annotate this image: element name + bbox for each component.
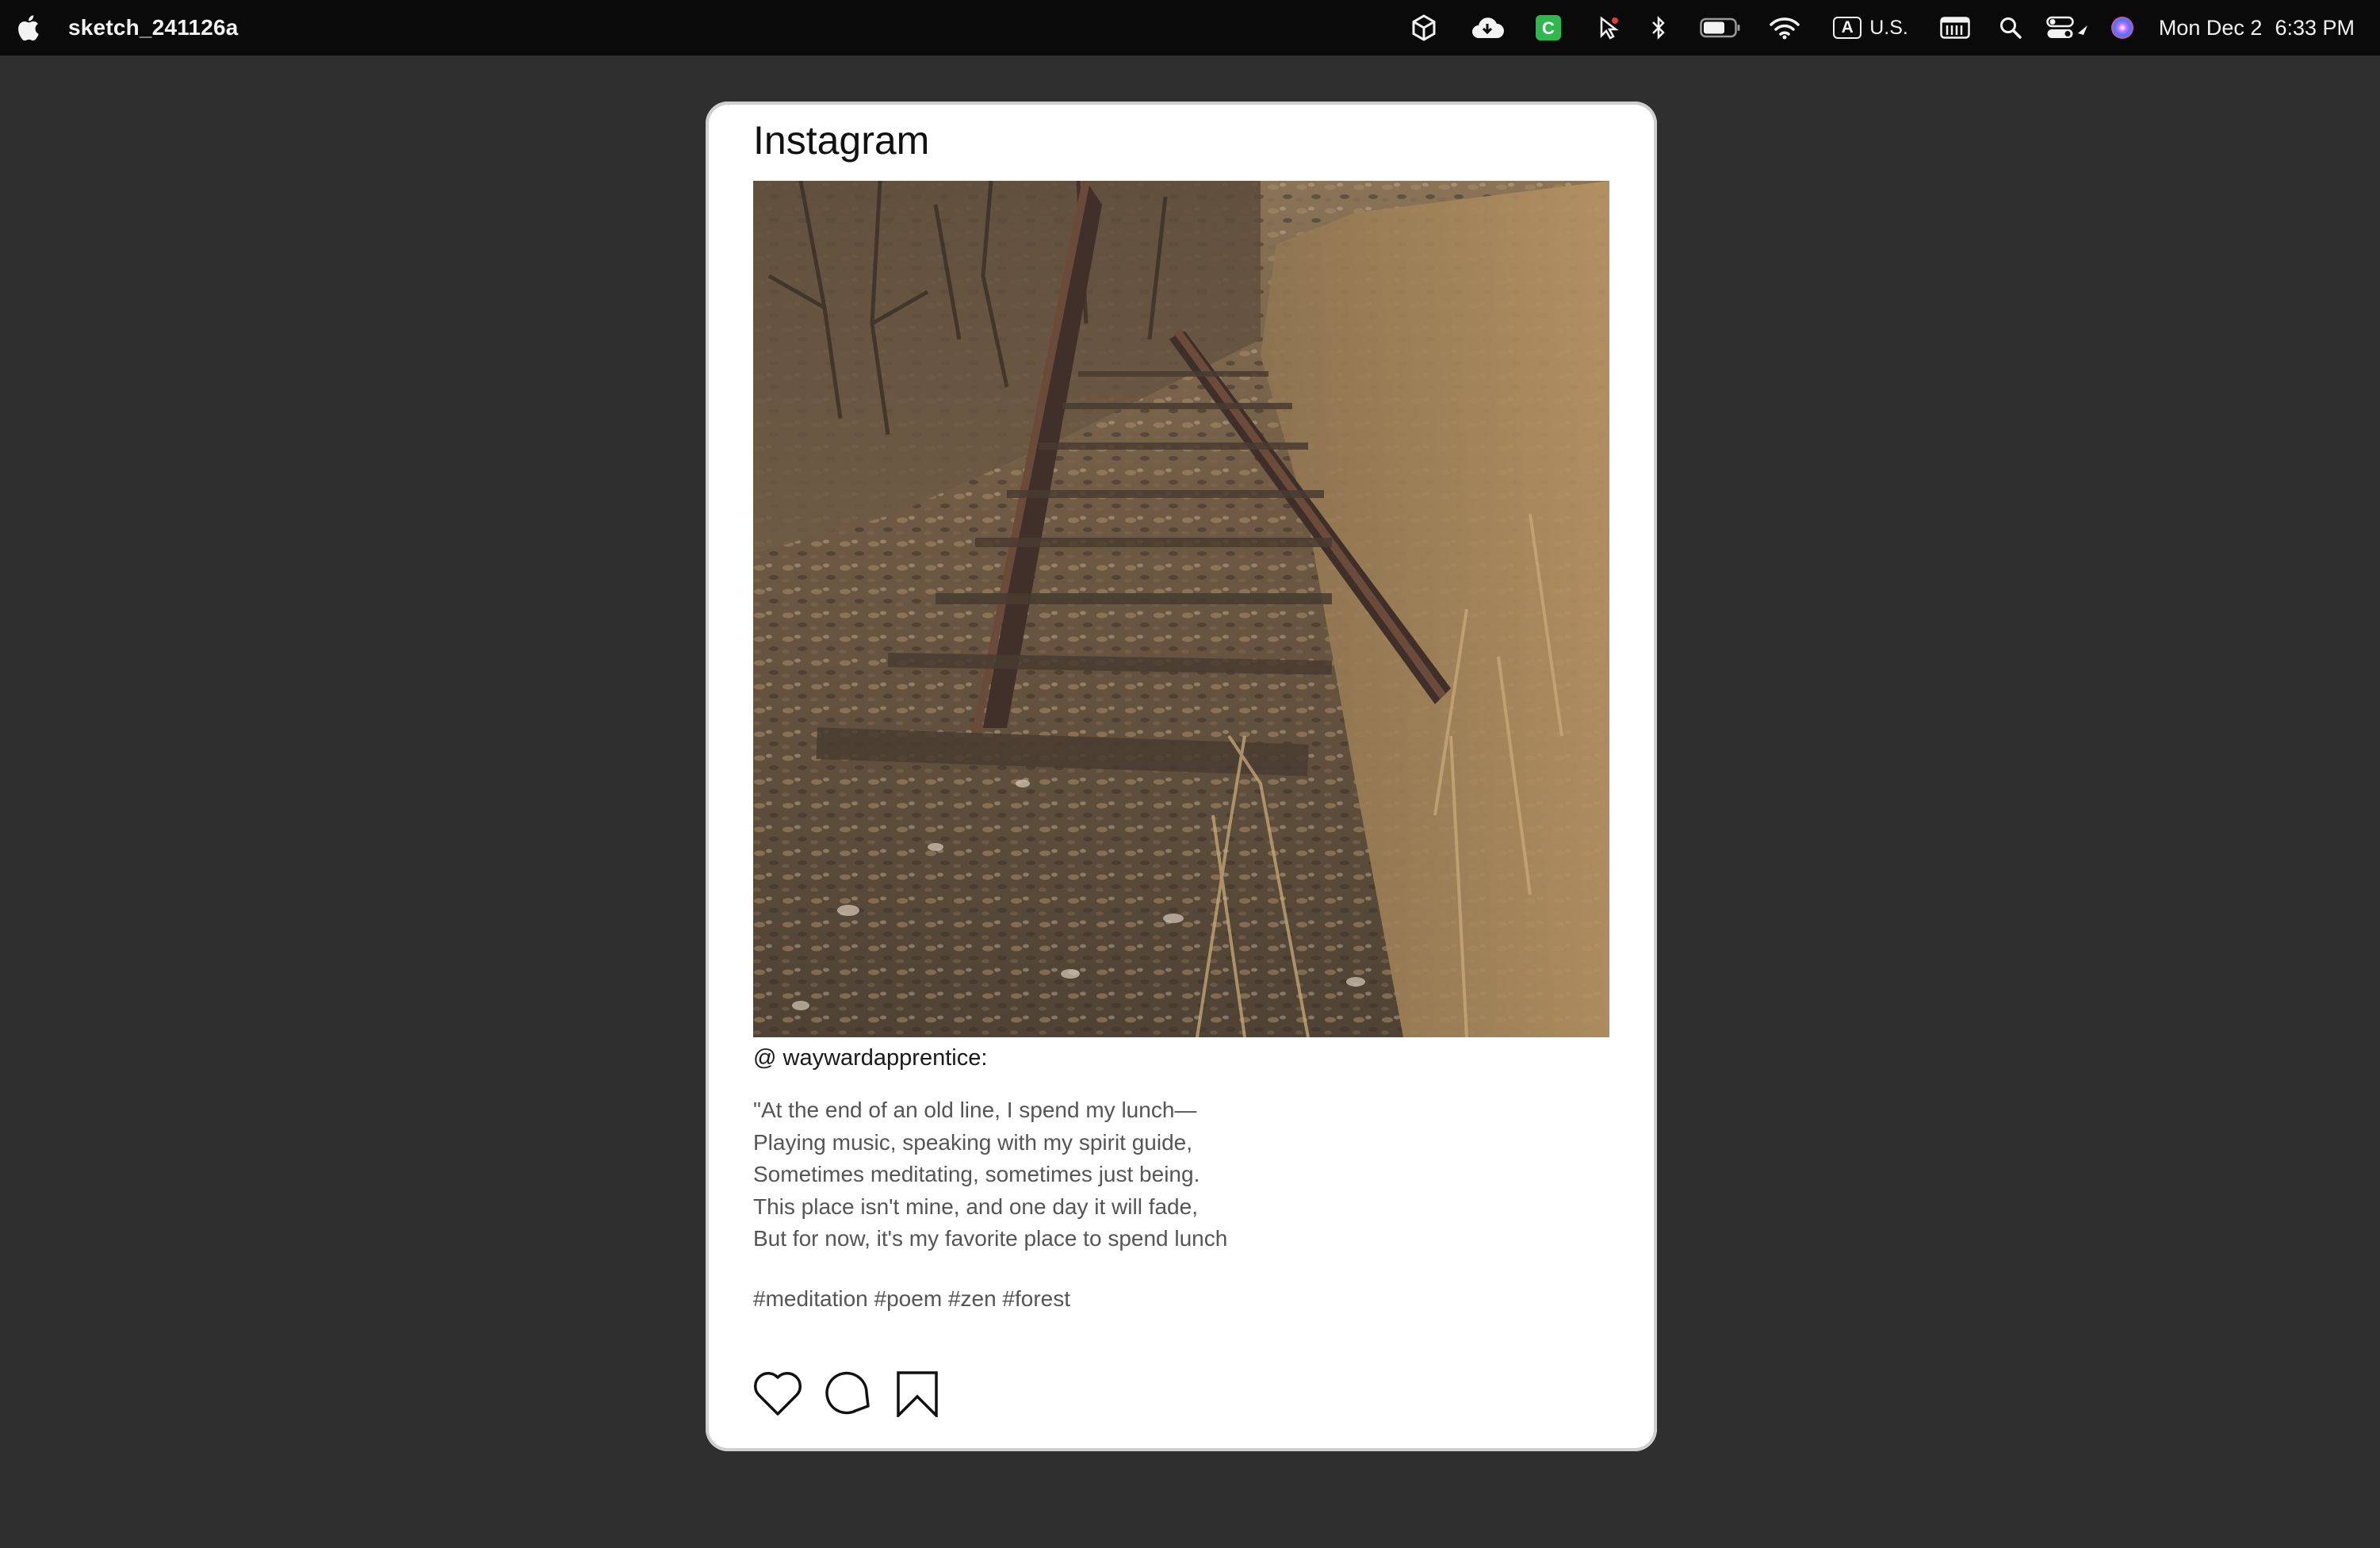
page-title: Instagram — [753, 118, 930, 163]
battery-icon[interactable] — [1700, 0, 1741, 56]
post-actions — [752, 1367, 943, 1420]
post-hashtags[interactable]: #meditation #poem #zen #forest — [753, 1286, 1070, 1312]
keyboard-layout-label: U.S. — [1869, 16, 1908, 39]
app-name-menu[interactable]: sketch_241126a — [68, 15, 239, 40]
clock-time: 6:33 PM — [2275, 15, 2355, 40]
search-icon[interactable] — [1999, 0, 2022, 56]
post-card: Instagram @ waywardapprentice: "At the e… — [706, 102, 1657, 1451]
c-app-icon[interactable]: C — [1535, 0, 1562, 56]
svg-text:C: C — [1542, 18, 1555, 38]
caption-line: Playing music, speaking with my spirit g… — [753, 1129, 1193, 1155]
menubar-clock[interactable]: Mon Dec 2 6:33 PM — [2159, 16, 2355, 40]
cursor-icon[interactable] — [1595, 0, 1622, 56]
calendar-icon[interactable] — [1940, 0, 1970, 56]
bookmark-icon[interactable] — [891, 1367, 943, 1420]
apple-icon[interactable] — [16, 0, 40, 56]
bluetooth-icon[interactable] — [1649, 0, 1668, 56]
post-caption: "At the end of an old line, I spend my l… — [753, 1094, 1227, 1255]
menu-bar: sketch_241126a C A U.S. Mon Dec 2 6:33 P… — [0, 0, 2380, 56]
clock-date: Mon Dec 2 — [2158, 15, 2263, 40]
post-photo[interactable] — [753, 181, 1609, 1037]
keyboard-badge: A — [1833, 17, 1862, 39]
siri-icon[interactable] — [2110, 0, 2135, 56]
comment-icon[interactable] — [821, 1367, 874, 1420]
caption-line: This place isn't mine, and one day it wi… — [753, 1194, 1198, 1219]
wifi-icon[interactable] — [1770, 0, 1800, 56]
caption-line: Sometimes meditating, sometimes just bei… — [753, 1162, 1200, 1186]
control-center-icon[interactable] — [2046, 0, 2089, 56]
heart-icon[interactable] — [752, 1367, 804, 1420]
keyboard-input-icon[interactable]: A U.S. — [1833, 0, 1908, 56]
unity-icon[interactable] — [1408, 0, 1440, 56]
cloud-download-icon[interactable] — [1470, 0, 1505, 56]
caption-line: But for now, it's my favorite place to s… — [753, 1226, 1228, 1251]
caption-line: "At the end of an old line, I spend my l… — [753, 1098, 1197, 1122]
post-username[interactable]: @ waywardapprentice: — [753, 1045, 987, 1071]
